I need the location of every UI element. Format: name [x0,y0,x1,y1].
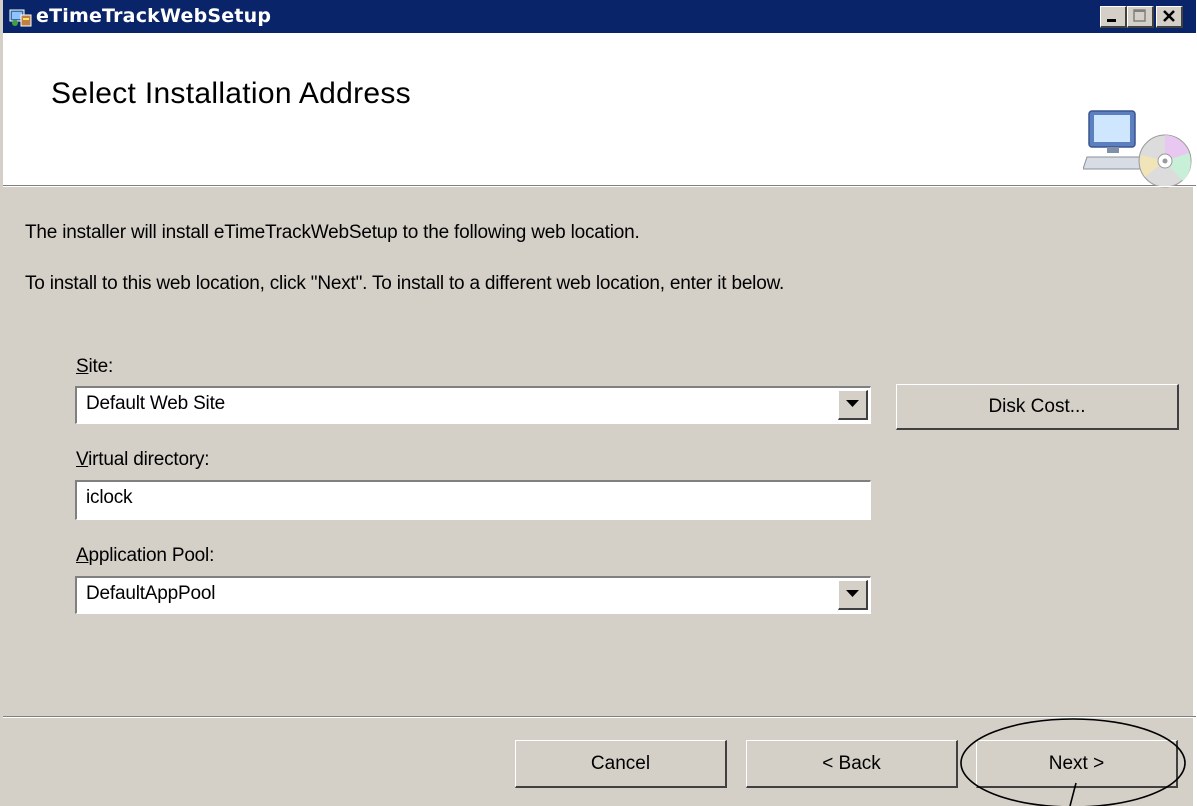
next-button[interactable]: Next > [976,740,1178,788]
header-banner: Select Installation Address [3,33,1196,188]
window-title: eTimeTrackWebSetup [36,5,272,27]
maximize-button[interactable] [1127,6,1154,28]
site-value: Default Web Site [86,393,226,414]
cancel-button[interactable]: Cancel [515,740,727,788]
application-pool-select[interactable]: DefaultAppPool [75,576,871,614]
computer-disc-icon [1083,110,1192,188]
minimize-button[interactable] [1100,6,1127,28]
back-label: < Back [822,753,881,774]
maximize-icon [1133,9,1146,22]
virtual-directory-label-rest: irtual directory: [88,449,210,470]
application-pool-label-rest: pplication Pool: [88,545,215,566]
page-title: Select Installation Address [51,77,411,110]
application-pool-label-accel: A [76,545,89,566]
virtual-directory-label: Virtual directory: [76,449,210,471]
site-label-accel: S [76,356,89,377]
site-dropdown-button[interactable] [838,390,868,420]
site-label: Site: [76,356,113,378]
next-label: Next > [1048,753,1105,774]
chevron-down-icon [846,590,859,597]
close-icon [1163,10,1175,22]
virtual-directory-input[interactable]: iclock [75,480,871,520]
site-label-rest: ite: [88,356,114,377]
footer-separator [3,716,1196,718]
cancel-label: Cancel [590,753,651,774]
installer-icon [9,9,32,27]
minimize-icon [1107,19,1116,22]
chevron-down-icon [846,400,859,407]
virtual-directory-value: iclock [86,487,133,508]
application-pool-dropdown-button[interactable] [838,580,868,610]
application-pool-label: Application Pool: [76,545,214,567]
close-button[interactable] [1156,6,1183,28]
disk-cost-label: Disk Cost... [988,396,1086,417]
installer-window: eTimeTrackWebSetup Select Installation A… [0,0,1196,806]
application-pool-value: DefaultAppPool [86,583,216,604]
disk-cost-button[interactable]: Disk Cost... [896,384,1179,430]
instruction-text: To install to this web location, click "… [25,273,785,294]
site-select[interactable]: Default Web Site [75,386,871,424]
virtual-directory-label-accel: V [76,449,89,470]
title-bar[interactable]: eTimeTrackWebSetup [3,0,1196,33]
intro-text: The installer will install eTimeTrackWeb… [25,222,640,243]
back-button[interactable]: < Back [746,740,958,788]
